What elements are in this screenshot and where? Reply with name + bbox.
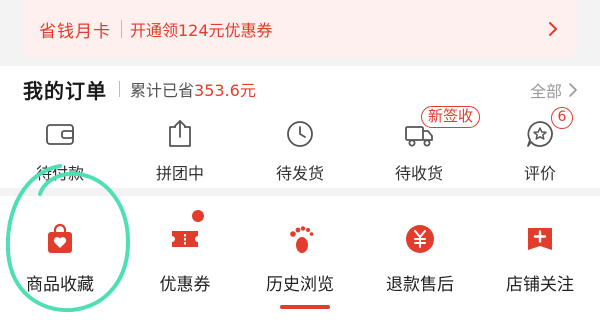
- shortcut-label: 退款售后: [386, 275, 454, 295]
- status-group-buying[interactable]: 拼团中: [130, 114, 230, 188]
- status-label: 评价: [523, 164, 556, 183]
- status-pending-payment[interactable]: 待付款: [10, 114, 110, 188]
- status-review[interactable]: 评价: [490, 114, 590, 188]
- banner-description: 开通领124元优惠券: [130, 21, 273, 40]
- heart-bag-icon: [48, 223, 72, 253]
- order-status-row: 待付款 拼团中 待发货 待收货 评价: [0, 114, 600, 188]
- status-label: 拼团中: [155, 164, 204, 183]
- status-label: 待收货: [394, 164, 443, 183]
- shortcut-label: 优惠券: [159, 275, 211, 295]
- status-label: 待付款: [35, 164, 84, 183]
- chevron-right-icon: [549, 22, 557, 36]
- ticket-icon: [172, 231, 198, 247]
- wallet-icon: [46, 124, 74, 145]
- plus-shield-icon: [528, 228, 552, 250]
- store-follow-entry[interactable]: 店铺关注: [480, 196, 600, 296]
- scroll-indicator: [280, 305, 330, 309]
- shortcut-label: 商品收藏: [26, 275, 94, 295]
- view-all-label: 全部: [529, 82, 562, 101]
- new-signed-badge: 新签收: [421, 106, 481, 128]
- coupon-notification-dot: [192, 210, 204, 222]
- banner-divider: [121, 20, 122, 38]
- saved-label: 累计已省: [130, 81, 195, 100]
- monthly-card-banner[interactable]: 省钱月卡 开通领124元优惠券: [23, 0, 577, 58]
- review-count-badge: 6: [551, 107, 573, 129]
- orders-title: 我的订单: [23, 78, 107, 103]
- share-box-icon: [169, 120, 191, 147]
- view-all-orders-link[interactable]: 全部: [530, 78, 580, 102]
- section-divider: [0, 188, 600, 196]
- refund-entry[interactable]: 退款售后: [360, 196, 480, 296]
- clock-icon: [287, 121, 313, 147]
- saved-value: 353.6元: [194, 81, 256, 100]
- coupons-entry[interactable]: 优惠券: [125, 196, 245, 296]
- chevron-right-icon: [569, 83, 577, 97]
- status-label: 待发货: [275, 164, 324, 183]
- shortcut-label: 店铺关注: [506, 275, 574, 295]
- orders-header: 我的订单 累计已省 353.6元: [23, 74, 256, 104]
- shortcut-label: 历史浏览: [266, 275, 334, 295]
- header-divider: [119, 81, 120, 97]
- yen-circle-icon: [406, 225, 434, 253]
- favorites-entry[interactable]: 商品收藏: [0, 196, 120, 296]
- footprint-icon: [290, 226, 314, 253]
- history-entry[interactable]: 历史浏览: [240, 196, 360, 296]
- status-to-ship[interactable]: 待发货: [250, 114, 350, 188]
- banner-title: 省钱月卡: [39, 21, 111, 42]
